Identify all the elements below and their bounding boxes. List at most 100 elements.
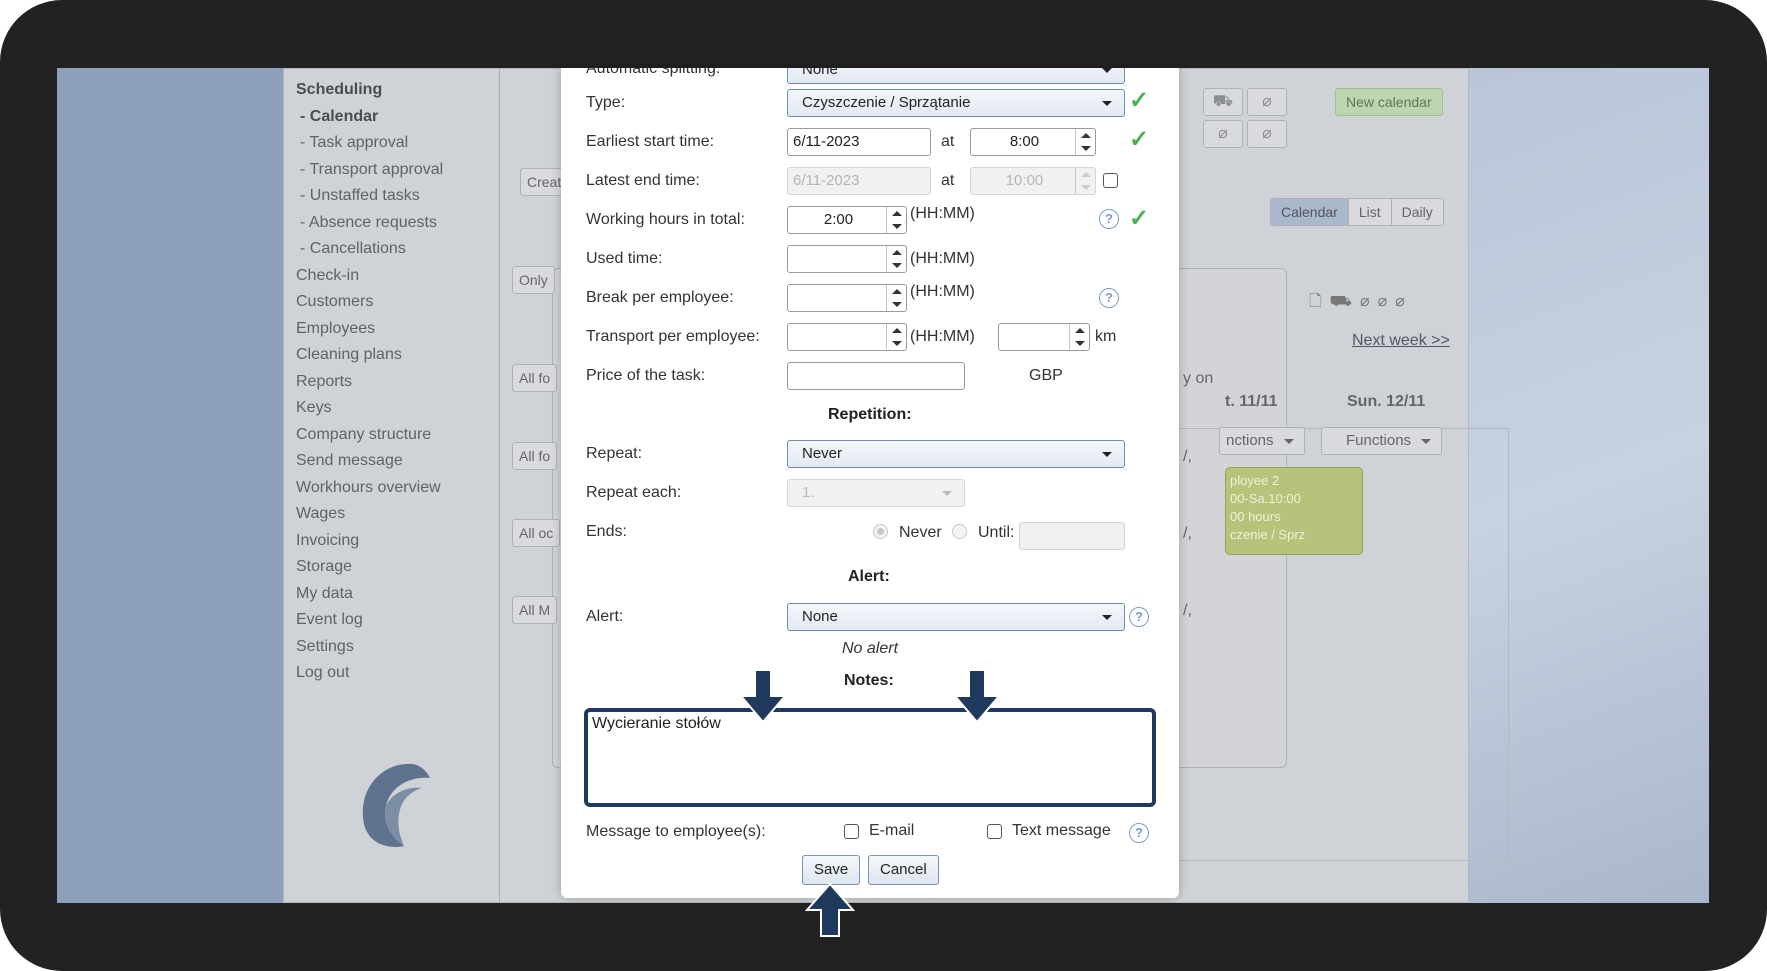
automatic-splitting-select[interactable]: None (787, 68, 1125, 84)
sidebar-item[interactable]: - Unstaffed tasks (296, 183, 499, 210)
sidebar-item[interactable]: Storage (296, 554, 499, 581)
repeat-each-select[interactable]: 1. (787, 479, 965, 507)
sidebar-item[interactable]: Workhours overview (296, 475, 499, 502)
filter-button-1[interactable]: All fo (512, 364, 558, 392)
car-icon[interactable]: ⛟ (1203, 88, 1243, 116)
working-hours-input[interactable]: 2:00 (787, 206, 907, 234)
annotation-arrow-up-icon (804, 882, 856, 937)
earliest-start-time-input[interactable]: 8:00 (970, 128, 1096, 156)
valid-check-icon: ✓ (1129, 126, 1150, 153)
valid-check-icon: ✓ (1129, 87, 1150, 114)
transport-input[interactable] (787, 323, 907, 351)
functions-dropdown-sun[interactable]: Functions (1321, 427, 1443, 455)
filter-button-3[interactable]: All oc (512, 519, 561, 547)
sidebar-item[interactable]: Wages (296, 501, 499, 528)
used-time-input[interactable] (787, 245, 907, 273)
task-card-line: czenie / Sprz (1230, 527, 1306, 542)
sidebar-item[interactable]: - Calendar (296, 104, 499, 131)
spinner-icon[interactable] (886, 246, 906, 272)
filter-button-2[interactable]: All fo (512, 442, 558, 470)
tab-calendar[interactable]: Calendar (1271, 199, 1349, 225)
repeat-select[interactable]: Never (787, 440, 1125, 468)
ends-until-input[interactable] (1019, 522, 1125, 550)
sidebar-item[interactable]: - Cancellations (296, 236, 499, 263)
email-checkbox[interactable] (844, 824, 859, 839)
task-card-line: ployee 2 (1230, 473, 1280, 488)
sidebar-item[interactable]: - Task approval (296, 130, 499, 157)
sidebar-item[interactable]: Check-in (296, 263, 499, 290)
sidebar-item[interactable]: - Transport approval (296, 157, 499, 184)
spinner-icon[interactable] (886, 207, 906, 233)
help-icon[interactable]: ? (1129, 823, 1149, 843)
break-input[interactable] (787, 284, 907, 312)
hhmm-unit: (HH:MM) (910, 283, 975, 300)
sidebar-item[interactable]: Cleaning plans (296, 342, 499, 369)
sidebar-item[interactable]: Event log (296, 607, 499, 634)
sidebar-item[interactable]: Settings (296, 634, 499, 661)
view-tabs: Calendar List Daily (1270, 198, 1444, 226)
earliest-start-date-input[interactable]: 6/11-2023 (787, 128, 931, 156)
alert-note: No alert (842, 640, 899, 657)
next-week-link[interactable]: Next week >> (1352, 332, 1450, 350)
task-card[interactable]: ployee 2 00-Sa.10:00 00 hours czenie / S… (1225, 467, 1363, 555)
earliest-start-time-value: 8:00 (1009, 133, 1040, 150)
spinner-icon[interactable] (886, 324, 906, 350)
help-icon[interactable]: ? (1099, 288, 1119, 308)
latest-end-time-value: 10:00 (1005, 172, 1044, 189)
alert-heading: Alert: (848, 568, 890, 585)
sidebar-item[interactable]: My data (296, 581, 499, 608)
alert-select[interactable]: None (787, 603, 1125, 631)
no-sign-icon[interactable]: ⌀ (1247, 88, 1287, 116)
latest-end-checkbox[interactable] (1103, 173, 1118, 188)
repeat-label: Repeat: (586, 445, 643, 462)
transport-label: Transport per employee: (586, 328, 760, 345)
annotation-arrow-down-icon (738, 669, 788, 724)
latest-end-time-input[interactable]: 10:00 (970, 167, 1096, 195)
desktop-background-left (57, 68, 283, 903)
sidebar-item[interactable]: Log out (296, 660, 499, 687)
price-label: Price of the task: (586, 367, 706, 384)
used-time-label: Used time: (586, 250, 663, 267)
sidebar-item[interactable]: Send message (296, 448, 499, 475)
sidebar-item[interactable]: Company structure (296, 422, 499, 449)
tab-list[interactable]: List (1348, 199, 1392, 225)
hhmm-unit: (HH:MM) (910, 250, 975, 267)
time-spinner-icon[interactable] (1075, 129, 1095, 155)
alert-label: Alert: (586, 608, 624, 625)
sidebar-item[interactable]: Keys (296, 395, 499, 422)
ends-never-radio[interactable] (873, 524, 888, 539)
working-hours-label: Working hours in total: (586, 211, 745, 228)
sidebar-item[interactable]: Reports (296, 369, 499, 396)
time-spinner-icon[interactable] (1075, 168, 1095, 194)
type-select[interactable]: Czyszczenie / Sprzątanie (787, 89, 1125, 117)
sidebar-item[interactable]: - Absence requests (296, 210, 499, 237)
latest-end-date-input[interactable]: 6/11-2023 (787, 167, 931, 195)
notes-textarea[interactable]: Wycieranie stołów (584, 708, 1156, 807)
cancel-button[interactable]: Cancel (868, 855, 939, 885)
sidebar-item[interactable]: Scheduling (296, 77, 499, 104)
filter-button-4[interactable]: All M (512, 596, 558, 624)
sidebar-item[interactable]: Invoicing (296, 528, 499, 555)
ends-until-radio[interactable] (952, 524, 967, 539)
save-button[interactable]: Save (802, 855, 861, 885)
only-button[interactable]: Only (512, 266, 555, 294)
help-icon[interactable]: ? (1099, 209, 1119, 229)
text-message-label: Text message (1012, 822, 1111, 839)
text-message-checkbox[interactable] (987, 824, 1002, 839)
functions-dropdown-sat[interactable]: nctions (1219, 427, 1305, 455)
day-header-sat: t. 11/11 (1225, 393, 1278, 410)
sidebar-item[interactable]: Customers (296, 289, 499, 316)
transport-km-input[interactable] (998, 323, 1090, 351)
new-calendar-button[interactable]: New calendar (1335, 88, 1443, 116)
no-key-icon-2[interactable]: ⌀ (1247, 120, 1287, 148)
repeat-each-label: Repeat each: (586, 484, 682, 501)
price-input[interactable] (787, 362, 965, 390)
help-icon[interactable]: ? (1129, 607, 1149, 627)
ends-never-label: Never (899, 524, 942, 541)
spinner-icon[interactable] (886, 285, 906, 311)
spinner-icon[interactable] (1069, 324, 1089, 350)
sidebar-item[interactable]: Employees (296, 316, 499, 343)
no-key-icon[interactable]: ⌀ (1203, 120, 1243, 148)
message-label: Message to employee(s): (586, 823, 766, 840)
tab-daily[interactable]: Daily (1391, 199, 1443, 225)
